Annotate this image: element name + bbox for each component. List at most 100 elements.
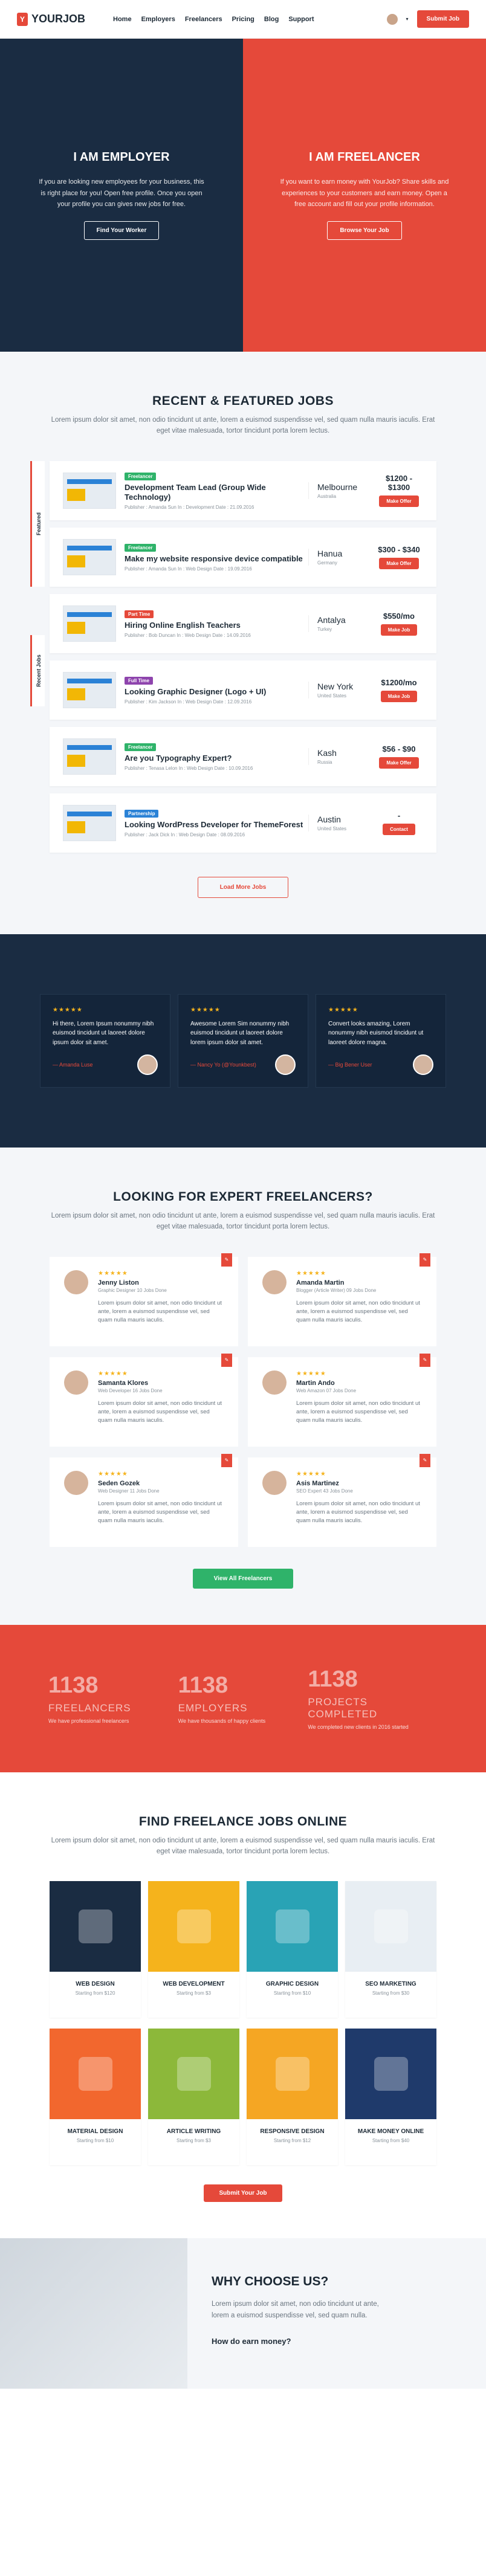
freelancers-title: LOOKING FOR EXPERT FREELANCERS? [113,1189,373,1204]
freelancer-card[interactable]: ✎ ★★★★★ Jenny Liston Graphic Designer 10… [50,1253,238,1346]
freelancer-name[interactable]: Martin Ando [296,1380,422,1387]
freelancer-card[interactable]: ✎ ★★★★★ Asis Martinez SEO Expert 43 Jobs… [248,1453,436,1547]
job-country: Germany [317,560,337,566]
freelancer-title: I AM FREELANCER [309,150,420,164]
job-title[interactable]: Are you Typography Expert? [125,754,308,763]
category-icon [374,2057,408,2091]
job-action-button[interactable]: Make Offer [379,496,419,508]
category-card[interactable]: RESPONSIVE DESIGN Starting from $12 [247,2029,338,2166]
chevron-down-icon[interactable]: ▾ [406,16,409,22]
job-row[interactable]: Freelancer Are you Typography Expert? Pu… [50,726,436,786]
menu-home[interactable]: Home [113,16,132,23]
testimonial-card: ★★★★★ Hi there, Lorem Ipsum nonummy nibh… [40,993,170,1088]
freelancer-name[interactable]: Asis Martinez [296,1480,422,1487]
job-action-button[interactable]: Make Offer [379,757,419,769]
category-card[interactable]: GRAPHIC DESIGN Starting from $10 [247,1881,338,2018]
job-row[interactable]: Part Time Hiring Online English Teachers… [50,593,436,653]
category-image [345,1881,436,1972]
star-rating-icon: ★★★★★ [98,1270,128,1277]
category-card[interactable]: WEB DESIGN Starting from $120 [50,1881,141,2018]
categories-title: FIND FREELANCE JOBS ONLINE [138,1814,348,1829]
category-image [247,2029,338,2120]
freelancer-text: If you want to earn money with YourJob? … [280,178,449,208]
menu-blog[interactable]: Blog [264,16,279,23]
freelancer-card[interactable]: ✎ ★★★★★ Samanta Klores Web Developer 16 … [50,1353,238,1447]
category-name: MATERIAL DESIGN [67,2128,123,2135]
job-title[interactable]: Looking Graphic Designer (Logo + UI) [125,687,308,697]
job-title[interactable]: Development Team Lead (Group Wide Techno… [125,483,308,503]
bookmark-icon[interactable]: ✎ [221,1253,232,1267]
category-price: Starting from $3 [177,1990,211,1997]
why-subtitle: How do earn money? [212,2337,291,2346]
avatar [275,1054,296,1076]
category-card[interactable]: MATERIAL DESIGN Starting from $10 [50,2029,141,2166]
load-more-button[interactable]: Load More Jobs [198,876,288,898]
job-row[interactable]: Partnership Looking WordPress Developer … [50,793,436,853]
bookmark-icon[interactable]: ✎ [420,1353,430,1367]
submit-job-button[interactable]: Submit Job [416,10,469,28]
menu-pricing[interactable]: Pricing [232,16,254,23]
freelancer-card[interactable]: ✎ ★★★★★ Martin Ando Web Amazon 07 Jobs D… [248,1353,436,1447]
menu-freelancers[interactable]: Freelancers [185,16,222,23]
job-title[interactable]: Hiring Online English Teachers [125,621,308,630]
job-row[interactable]: Full Time Looking Graphic Designer (Logo… [50,660,436,720]
freelancer-card[interactable]: ✎ ★★★★★ Seden Gozek Web Designer 11 Jobs… [50,1453,238,1547]
browse-job-button[interactable]: Browse Your Job [327,221,402,240]
avatar [413,1054,433,1076]
category-name: WEB DEVELOPMENT [163,1981,225,1988]
star-rating-icon: ★★★★★ [296,1370,326,1377]
freelancer-name[interactable]: Jenny Liston [98,1279,224,1286]
job-thumbnail [63,538,116,575]
job-row[interactable]: Freelancer Make my website responsive de… [50,527,436,587]
testimonial-author: — Nancy Yo (@Younkbest) [190,1062,256,1068]
freelancer-name[interactable]: Seden Gozek [98,1480,224,1487]
menu-support[interactable]: Support [288,16,314,23]
find-worker-button[interactable]: Find Your Worker [83,221,160,240]
job-price: $56 - $90 [382,744,416,754]
category-price: Starting from $120 [75,1990,115,1997]
job-country: Turkey [317,626,332,632]
job-type-badge: Partnership [125,809,159,818]
bookmark-icon[interactable]: ✎ [420,1253,430,1267]
freelancer-name[interactable]: Samanta Klores [98,1380,224,1387]
job-meta: Publisher : Jack Dick In : Web Design Da… [125,831,245,838]
star-rating-icon: ★★★★★ [53,1006,83,1013]
job-row[interactable]: Freelancer Development Team Lead (Group … [50,460,436,520]
recent-label-text: Recent Jobs [35,654,42,687]
job-city: Austin [317,814,341,824]
job-action-button[interactable]: Make Job [380,690,418,702]
job-title[interactable]: Make my website responsive device compat… [125,554,308,564]
job-action-button[interactable]: Make Job [380,624,418,636]
category-card[interactable]: ARTICLE WRITING Starting from $3 [148,2029,239,2166]
bookmark-icon[interactable]: ✎ [221,1453,232,1467]
view-all-freelancers-button[interactable]: View All Freelancers [193,1568,293,1589]
submit-your-job-button[interactable]: Submit Your Job [204,2184,282,2203]
testimonial-text: Hi there, Lorem Ipsum nonummy nibh euism… [53,1020,154,1046]
job-city: Kash [317,747,337,758]
freelancer-name[interactable]: Amanda Martin [296,1279,422,1286]
job-action-button[interactable]: Make Offer [379,557,419,569]
job-meta: Publisher : Amanda Sun In : Development … [125,505,254,511]
logo[interactable]: Y YOURJOB [17,12,85,26]
category-name: MAKE MONEY ONLINE [357,2128,424,2135]
freelancer-role: Blogger (Article Writer) 09 Jobs Done [296,1287,377,1293]
job-thumbnail [63,738,116,775]
star-rating-icon: ★★★★★ [296,1470,326,1477]
category-name: ARTICLE WRITING [166,2128,221,2135]
category-card[interactable]: MAKE MONEY ONLINE Starting from $40 [345,2029,436,2166]
freelancer-card[interactable]: ✎ ★★★★★ Amanda Martin Blogger (Article W… [248,1253,436,1346]
job-action-button[interactable]: Contact [383,823,415,835]
category-card[interactable]: SEO MARKETING Starting from $30 [345,1881,436,2018]
jobs-title: RECENT & FEATURED JOBS [152,394,334,408]
bookmark-icon[interactable]: ✎ [221,1353,232,1367]
category-name: SEO MARKETING [365,1981,416,1988]
category-card[interactable]: WEB DEVELOPMENT Starting from $3 [148,1881,239,2018]
menu-employers[interactable]: Employers [141,16,175,23]
bookmark-icon[interactable]: ✎ [420,1453,430,1467]
category-icon [177,1909,211,1944]
user-avatar[interactable] [386,13,398,25]
job-list: Featured Recent Jobs Freelancer Developm… [30,460,436,853]
job-title[interactable]: Looking WordPress Developer for ThemeFor… [125,820,308,830]
why-choose-us: WHY CHOOSE US? Lorem ipsum dolor sit ame… [0,2238,486,2389]
job-type-badge: Full Time [125,676,153,685]
